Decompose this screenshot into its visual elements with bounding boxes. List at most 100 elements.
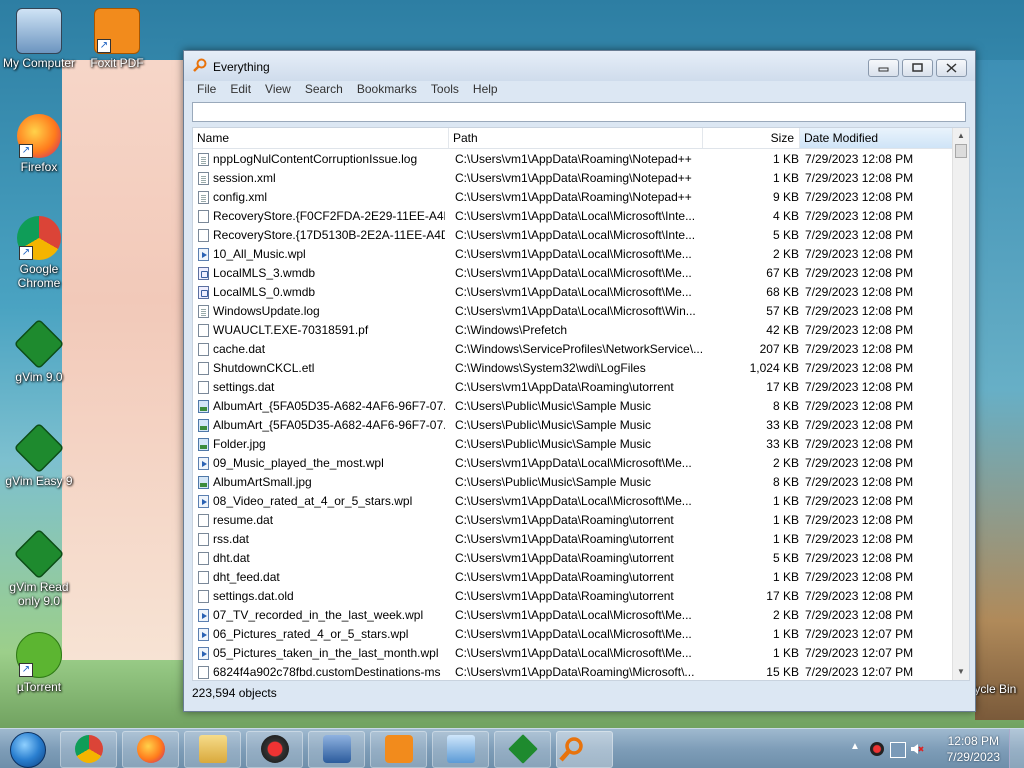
- table-row[interactable]: RecoveryStore.{F0CF2FDA-2E29-11EE-A4D...…: [193, 207, 953, 226]
- table-row[interactable]: 08_Video_rated_at_4_or_5_stars.wpl C:\Use…: [193, 492, 953, 511]
- file-date-modified: 7/29/2023 12:08 PM: [805, 304, 914, 318]
- table-row[interactable]: ShutdownCKCL.etl C:\Windows\System32\wdi\…: [193, 359, 953, 378]
- menu-view[interactable]: View: [258, 81, 298, 99]
- taskbar-explorer[interactable]: [184, 731, 241, 768]
- close-button[interactable]: [936, 59, 967, 77]
- column-header-path[interactable]: Path: [449, 128, 703, 148]
- file-blank-icon: [198, 381, 209, 394]
- table-row[interactable]: 6824f4a902c78fbd.customDestinations-ms C:…: [193, 663, 953, 680]
- table-row[interactable]: 10_All_Music.wpl C:\Users\vm1\AppData\Loc…: [193, 245, 953, 264]
- desktop-icon-my-computer[interactable]: My Computer: [0, 8, 78, 70]
- desktop-icon-gvim-readonly[interactable]: gVim Read only 9.0: [0, 528, 78, 608]
- file-size: 33 KB: [766, 437, 799, 451]
- system-tray: ▲ 12:08 PM 7/29/2023: [844, 729, 1024, 768]
- table-row[interactable]: 07_TV_recorded_in_the_last_week.wpl C:\Us…: [193, 606, 953, 625]
- menu-file[interactable]: File: [190, 81, 223, 99]
- file-size: 2 KB: [772, 456, 799, 470]
- restore-button[interactable]: [902, 59, 933, 77]
- taskbar-vim[interactable]: [494, 731, 551, 768]
- tray-app-icon[interactable]: [870, 742, 884, 756]
- scroll-down-icon[interactable]: ▼: [953, 664, 969, 680]
- column-header-size[interactable]: Size: [703, 128, 800, 148]
- table-row[interactable]: rss.dat C:\Users\vm1\AppData\Roaming\utor…: [193, 530, 953, 549]
- table-row[interactable]: settings.dat.old C:\Users\vm1\AppData\Roa…: [193, 587, 953, 606]
- firefox-icon: ↗: [17, 114, 61, 158]
- desktop-icon-chrome[interactable]: ↗ Google Chrome: [0, 216, 78, 290]
- scroll-up-icon[interactable]: ▲: [953, 128, 969, 144]
- vim-icon: [13, 318, 65, 370]
- table-row[interactable]: AlbumArt_{5FA05D35-A682-4AF6-96F7-07... C…: [193, 416, 953, 435]
- vertical-scrollbar[interactable]: ▲ ▼: [952, 128, 969, 680]
- table-row[interactable]: resume.dat C:\Users\vm1\AppData\Roaming\u…: [193, 511, 953, 530]
- results-list[interactable]: Name Path Size Date Modified nppLogNulCo…: [192, 127, 970, 681]
- table-row[interactable]: AlbumArtSmall.jpg C:\Users\Public\Music\S…: [193, 473, 953, 492]
- table-row[interactable]: LocalMLS_0.wmdb C:\Users\vm1\AppData\Loca…: [193, 283, 953, 302]
- table-row[interactable]: nppLogNulContentCorruptionIssue.log C:\Us…: [193, 150, 953, 169]
- gear-red-icon: [260, 735, 289, 763]
- table-row[interactable]: dht_feed.dat C:\Users\vm1\AppData\Roaming…: [193, 568, 953, 587]
- file-name: session.xml: [213, 171, 276, 185]
- file-date-modified: 7/29/2023 12:08 PM: [805, 570, 914, 584]
- table-row[interactable]: config.xml C:\Users\vm1\AppData\Roaming\N…: [193, 188, 953, 207]
- table-row[interactable]: RecoveryStore.{17D5130B-2E2A-11EE-A4D...…: [193, 226, 953, 245]
- search-input[interactable]: [192, 102, 966, 122]
- start-button[interactable]: [3, 730, 53, 768]
- desktop-icon-gvim[interactable]: gVim 9.0: [0, 318, 78, 384]
- desktop-icon-firefox[interactable]: ↗ Firefox: [0, 114, 78, 174]
- scrollbar-thumb[interactable]: [955, 144, 967, 158]
- table-row[interactable]: 06_Pictures_rated_4_or_5_stars.wpl C:\Use…: [193, 625, 953, 644]
- table-row[interactable]: 09_Music_played_the_most.wpl C:\Users\vm1…: [193, 454, 953, 473]
- volume-muted-icon[interactable]: [910, 742, 924, 756]
- file-name: AlbumArt_{5FA05D35-A682-4AF6-96F7-07...: [213, 399, 445, 413]
- taskbar-foxit[interactable]: [370, 731, 427, 768]
- network-icon[interactable]: [890, 742, 906, 758]
- taskbar-control-panel[interactable]: [432, 731, 489, 768]
- tray-expand-icon[interactable]: ▲: [850, 741, 860, 752]
- taskbar-media[interactable]: [308, 731, 365, 768]
- close-icon: [946, 63, 957, 73]
- table-row[interactable]: settings.dat C:\Users\vm1\AppData\Roaming…: [193, 378, 953, 397]
- file-path: C:\Users\vm1\AppData\Local\Microsoft\Me.…: [455, 266, 692, 280]
- desktop-icon-recycle-bin[interactable]: Recycle Bin: [975, 682, 1024, 696]
- taskbar-firefox[interactable]: [122, 731, 179, 768]
- file-path: C:\Users\vm1\AppData\Local\Microsoft\Me.…: [455, 456, 692, 470]
- clock[interactable]: 12:08 PM 7/29/2023: [947, 733, 1000, 765]
- table-row[interactable]: LocalMLS_3.wmdb C:\Users\vm1\AppData\Loca…: [193, 264, 953, 283]
- control-panel-icon: [446, 735, 475, 763]
- table-row[interactable]: AlbumArt_{5FA05D35-A682-4AF6-96F7-07... C…: [193, 397, 953, 416]
- minimize-button[interactable]: [868, 59, 899, 77]
- table-row[interactable]: WindowsUpdate.log C:\Users\vm1\AppData\Lo…: [193, 302, 953, 321]
- desktop-icon-gvim-easy[interactable]: gVim Easy 9: [0, 422, 78, 488]
- file-date-modified: 7/29/2023 12:08 PM: [805, 513, 914, 527]
- file-size: 1 KB: [772, 171, 799, 185]
- menu-edit[interactable]: Edit: [223, 81, 258, 99]
- table-row[interactable]: cache.dat C:\Windows\ServiceProfiles\Netw…: [193, 340, 953, 359]
- file-path: C:\Users\Public\Music\Sample Music: [455, 399, 652, 413]
- foxit-pdf-icon: [384, 735, 413, 763]
- file-size: 67 KB: [766, 266, 799, 280]
- file-size: 5 KB: [772, 228, 799, 242]
- file-date-modified: 7/29/2023 12:08 PM: [805, 437, 914, 451]
- desktop-icon-foxit[interactable]: ↗ Foxit PDF: [78, 8, 156, 70]
- table-row[interactable]: 05_Pictures_taken_in_the_last_month.wpl C…: [193, 644, 953, 663]
- taskbar-everything[interactable]: [556, 731, 613, 768]
- table-row[interactable]: session.xml C:\Users\vm1\AppData\Roaming\…: [193, 169, 953, 188]
- column-header-name[interactable]: Name: [193, 128, 449, 148]
- table-row[interactable]: Folder.jpg C:\Users\Public\Music\Sample M…: [193, 435, 953, 454]
- file-blank-icon: [198, 343, 209, 356]
- show-desktop-button[interactable]: [1009, 729, 1024, 768]
- title-bar[interactable]: Everything: [184, 51, 975, 81]
- file-date-modified: 7/29/2023 12:08 PM: [805, 266, 914, 280]
- menu-tools[interactable]: Tools: [424, 81, 466, 99]
- file-path: C:\Users\vm1\AppData\Local\Microsoft\Win…: [455, 304, 696, 318]
- taskbar-chrome[interactable]: [60, 731, 117, 768]
- column-header-date-modified[interactable]: Date Modified: [800, 128, 953, 148]
- file-blank-icon: [198, 362, 209, 375]
- table-row[interactable]: dht.dat C:\Users\vm1\AppData\Roaming\utor…: [193, 549, 953, 568]
- menu-help[interactable]: Help: [466, 81, 505, 99]
- desktop-icon-utorrent[interactable]: ↗ µTorrent: [0, 632, 78, 694]
- table-row[interactable]: WUAUCLT.EXE-70318591.pf C:\Windows\Prefet…: [193, 321, 953, 340]
- taskbar-app-red[interactable]: [246, 731, 303, 768]
- menu-bookmarks[interactable]: Bookmarks: [350, 81, 424, 99]
- menu-search[interactable]: Search: [298, 81, 350, 99]
